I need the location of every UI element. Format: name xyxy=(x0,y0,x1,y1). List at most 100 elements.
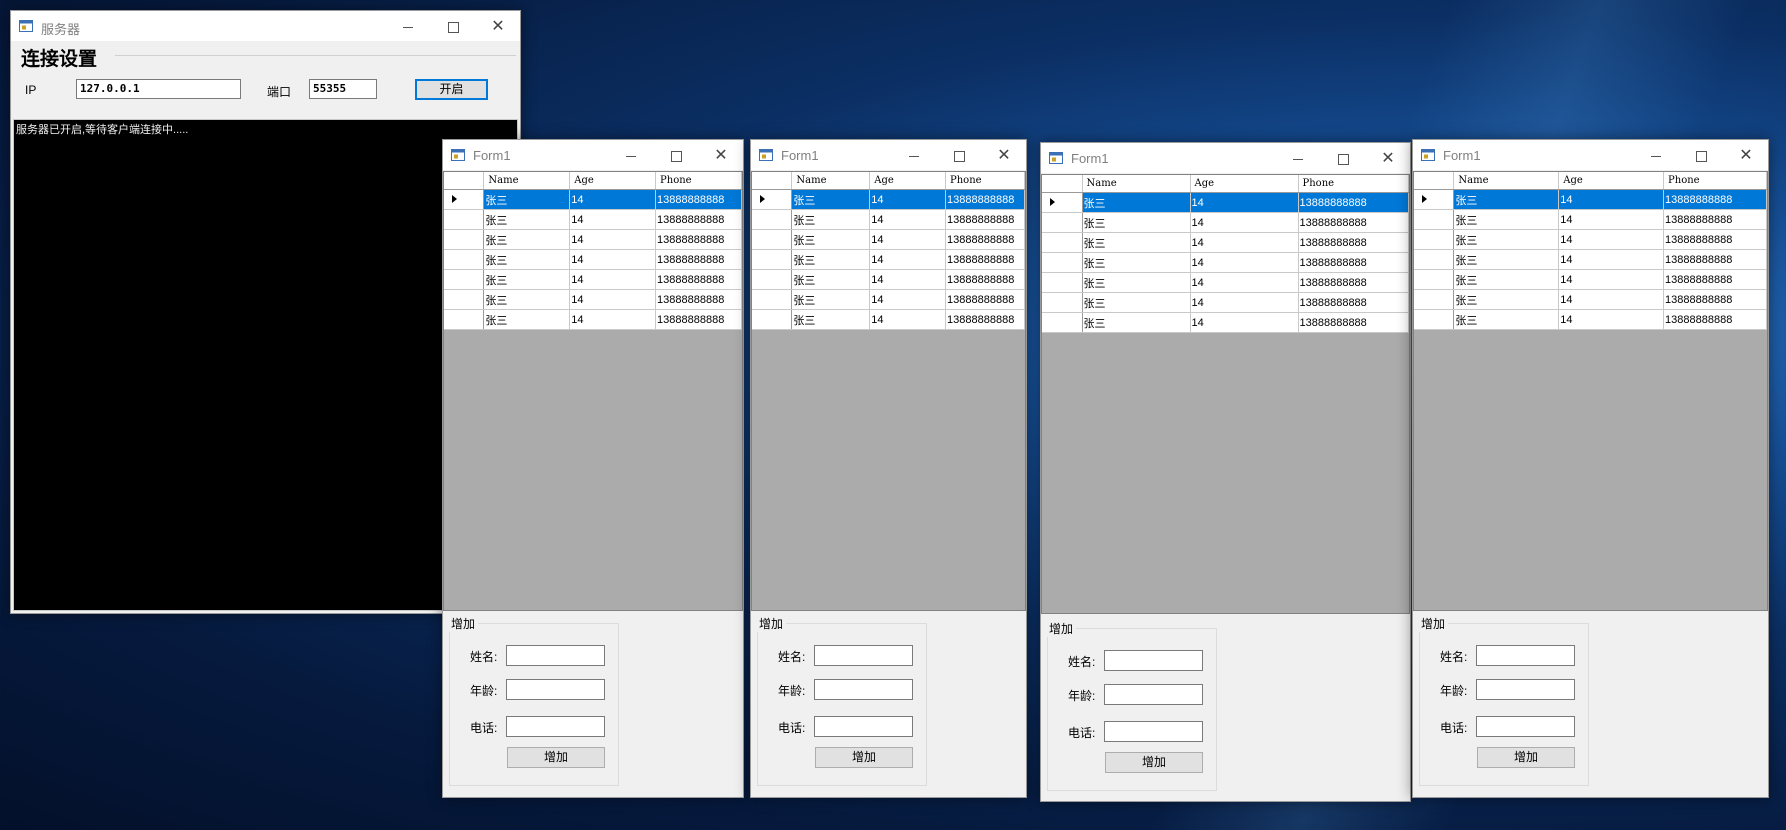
table-row[interactable]: 张三 14 13888888888 xyxy=(752,189,1025,210)
grid-cell[interactable]: 张三 xyxy=(483,269,571,290)
row-header[interactable] xyxy=(444,249,485,270)
table-row[interactable]: 张三 14 13888888888 xyxy=(444,209,742,230)
grid-cell[interactable]: 张三 xyxy=(1453,309,1560,330)
grid-cell[interactable]: 13888888888 xyxy=(1663,309,1767,330)
row-header[interactable] xyxy=(1042,212,1083,233)
table-row[interactable]: 张三 14 13888888888 xyxy=(752,309,1025,330)
close-button[interactable]: ✕ xyxy=(982,140,1026,170)
data-grid[interactable]: Name Age Phone 张三 14 13888888888 张三 14 138888888… xyxy=(751,171,1026,611)
maximize-button[interactable] xyxy=(1321,143,1365,173)
grid-cell[interactable]: 14 xyxy=(569,269,657,290)
grid-cell[interactable]: 张三 xyxy=(483,189,571,210)
row-header[interactable] xyxy=(752,209,793,230)
table-row[interactable]: 张三 14 13888888888 xyxy=(1042,312,1409,333)
grid-cell[interactable]: 张三 xyxy=(1453,209,1560,230)
grid-cell[interactable]: 13888888888 xyxy=(655,249,742,270)
name-input[interactable] xyxy=(1104,650,1203,671)
title-bar[interactable]: 服务器 ✕ xyxy=(11,11,520,41)
table-row[interactable]: 张三 14 13888888888 xyxy=(752,249,1025,270)
phone-input[interactable] xyxy=(1476,716,1575,737)
grid-cell[interactable]: 14 xyxy=(1558,289,1665,310)
row-header[interactable] xyxy=(1042,252,1083,273)
close-button[interactable]: ✕ xyxy=(476,11,520,41)
row-header[interactable] xyxy=(1414,189,1455,210)
grid-cell[interactable]: 张三 xyxy=(1453,249,1560,270)
minimize-button[interactable] xyxy=(892,140,936,170)
grid-cell[interactable]: 13888888888 xyxy=(1663,269,1767,290)
grid-cell[interactable]: 14 xyxy=(569,289,657,310)
close-button[interactable]: ✕ xyxy=(1366,143,1410,173)
grid-cell[interactable]: 张三 xyxy=(483,249,571,270)
minimize-button[interactable] xyxy=(609,140,653,170)
grid-cell[interactable]: 张三 xyxy=(1453,189,1560,210)
add-button[interactable]: 增加 xyxy=(1105,752,1203,773)
maximize-button[interactable] xyxy=(654,140,698,170)
grid-cell[interactable]: 张三 xyxy=(1082,232,1191,253)
minimize-button[interactable] xyxy=(1634,140,1678,170)
grid-cell[interactable]: 13888888888 xyxy=(655,289,742,310)
grid-cell[interactable]: 14 xyxy=(1190,192,1299,213)
port-input[interactable]: 55355 xyxy=(309,79,377,99)
grid-cell[interactable]: 14 xyxy=(869,309,947,330)
grid-cell[interactable]: 13888888888 xyxy=(655,209,742,230)
table-row[interactable]: 张三 14 13888888888 xyxy=(444,189,742,210)
grid-cell[interactable]: 14 xyxy=(569,249,657,270)
column-header[interactable]: Name xyxy=(483,172,571,190)
grid-cell[interactable]: 14 xyxy=(1190,312,1299,333)
maximize-button[interactable] xyxy=(1679,140,1723,170)
grid-cell[interactable]: 13888888888 xyxy=(945,249,1025,270)
table-row[interactable]: 张三 14 13888888888 xyxy=(444,249,742,270)
grid-cell[interactable]: 14 xyxy=(1558,189,1665,210)
grid-cell[interactable]: 13888888888 xyxy=(1298,252,1409,273)
grid-cell[interactable]: 14 xyxy=(1558,269,1665,290)
row-header[interactable] xyxy=(1414,309,1455,330)
row-header[interactable] xyxy=(1414,249,1455,270)
column-header[interactable]: Phone xyxy=(1663,172,1767,190)
table-row[interactable]: 张三 14 13888888888 xyxy=(752,209,1025,230)
grid-cell[interactable]: 张三 xyxy=(791,269,871,290)
name-input[interactable] xyxy=(814,645,913,666)
table-row[interactable]: 张三 14 13888888888 xyxy=(1414,209,1767,230)
grid-cell[interactable]: 张三 xyxy=(791,309,871,330)
grid-cell[interactable]: 13888888888 xyxy=(945,289,1025,310)
row-header[interactable] xyxy=(1414,209,1455,230)
grid-cell[interactable]: 14 xyxy=(569,309,657,330)
grid-cell[interactable]: 13888888888 xyxy=(1663,209,1767,230)
row-header[interactable] xyxy=(752,249,793,270)
phone-input[interactable] xyxy=(814,716,913,737)
column-header[interactable]: Phone xyxy=(1298,175,1409,193)
maximize-button[interactable] xyxy=(937,140,981,170)
row-header-corner[interactable] xyxy=(752,172,793,190)
grid-cell[interactable]: 13888888888 xyxy=(945,269,1025,290)
maximize-button[interactable] xyxy=(431,11,475,41)
table-row[interactable]: 张三 14 13888888888 xyxy=(1042,232,1409,253)
column-header[interactable]: Name xyxy=(791,172,871,190)
phone-input[interactable] xyxy=(506,716,605,737)
data-grid[interactable]: Name Age Phone 张三 14 13888888888 张三 14 138888888… xyxy=(443,171,743,611)
grid-cell[interactable]: 13888888888 xyxy=(1663,289,1767,310)
table-row[interactable]: 张三 14 13888888888 xyxy=(752,229,1025,250)
table-row[interactable]: 张三 14 13888888888 xyxy=(1414,249,1767,270)
row-header[interactable] xyxy=(444,269,485,290)
grid-cell[interactable]: 张三 xyxy=(1082,292,1191,313)
column-header[interactable]: Name xyxy=(1082,175,1191,193)
grid-cell[interactable]: 14 xyxy=(869,229,947,250)
name-input[interactable] xyxy=(506,645,605,666)
column-header[interactable]: Age xyxy=(1558,172,1665,190)
grid-cell[interactable]: 张三 xyxy=(1082,312,1191,333)
row-header[interactable] xyxy=(444,289,485,310)
minimize-button[interactable] xyxy=(1276,143,1320,173)
grid-cell[interactable]: 14 xyxy=(1190,212,1299,233)
title-bar[interactable]: Form1 ✕ xyxy=(751,140,1026,170)
table-row[interactable]: 张三 14 13888888888 xyxy=(1042,272,1409,293)
row-header[interactable] xyxy=(444,189,485,210)
data-grid[interactable]: Name Age Phone 张三 14 13888888888 张三 14 138888888… xyxy=(1413,171,1768,611)
age-input[interactable] xyxy=(1104,684,1203,705)
grid-cell[interactable]: 13888888888 xyxy=(1298,192,1409,213)
age-input[interactable] xyxy=(814,679,913,700)
grid-cell[interactable]: 张三 xyxy=(791,289,871,310)
grid-cell[interactable]: 张三 xyxy=(1453,269,1560,290)
row-header[interactable] xyxy=(444,229,485,250)
ip-input[interactable]: 127.0.0.1 xyxy=(76,79,241,99)
table-row[interactable]: 张三 14 13888888888 xyxy=(752,269,1025,290)
